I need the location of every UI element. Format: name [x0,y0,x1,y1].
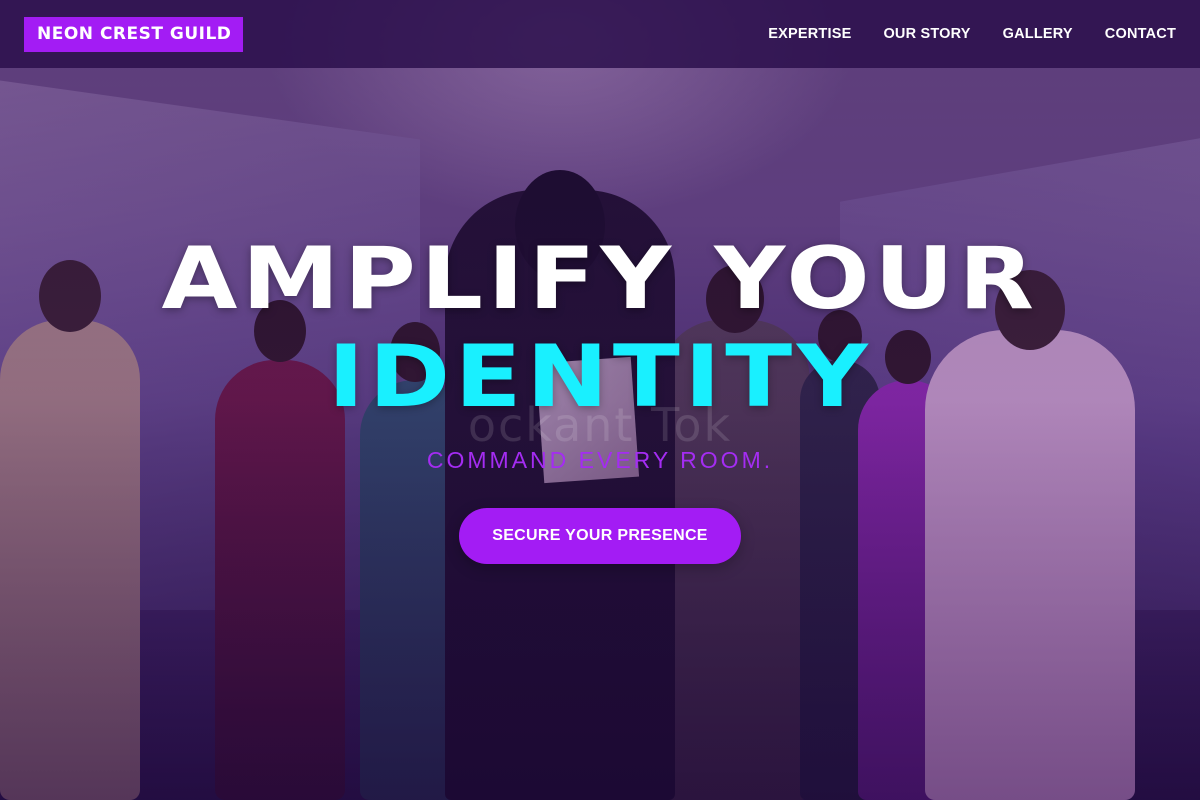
nav-link-our-story[interactable]: OUR STORY [883,26,970,42]
nav-link-contact[interactable]: CONTACT [1105,26,1176,42]
hero-headline-line2: IDENTITY [327,327,873,427]
nav-link-gallery[interactable]: GALLERY [1003,26,1073,42]
secure-presence-button[interactable]: SECURE YOUR PRESENCE [459,508,741,564]
site-logo[interactable]: NEON CREST GUILD [24,16,244,52]
nav-link-expertise[interactable]: EXPERTISE [768,26,851,42]
site-header: NEON CREST GUILD EXPERTISE OUR STORY GAL… [0,0,1200,68]
hero-tagline: COMMAND EVERY ROOM. [426,447,774,473]
hero-headline-line1: AMPLIFY YOUR [161,229,1039,329]
main-nav: EXPERTISE OUR STORY GALLERY CONTACT [768,26,1176,42]
hero-section: ockant Tok AMPLIFY YOUR IDENTITY COMMAND… [0,0,1200,800]
